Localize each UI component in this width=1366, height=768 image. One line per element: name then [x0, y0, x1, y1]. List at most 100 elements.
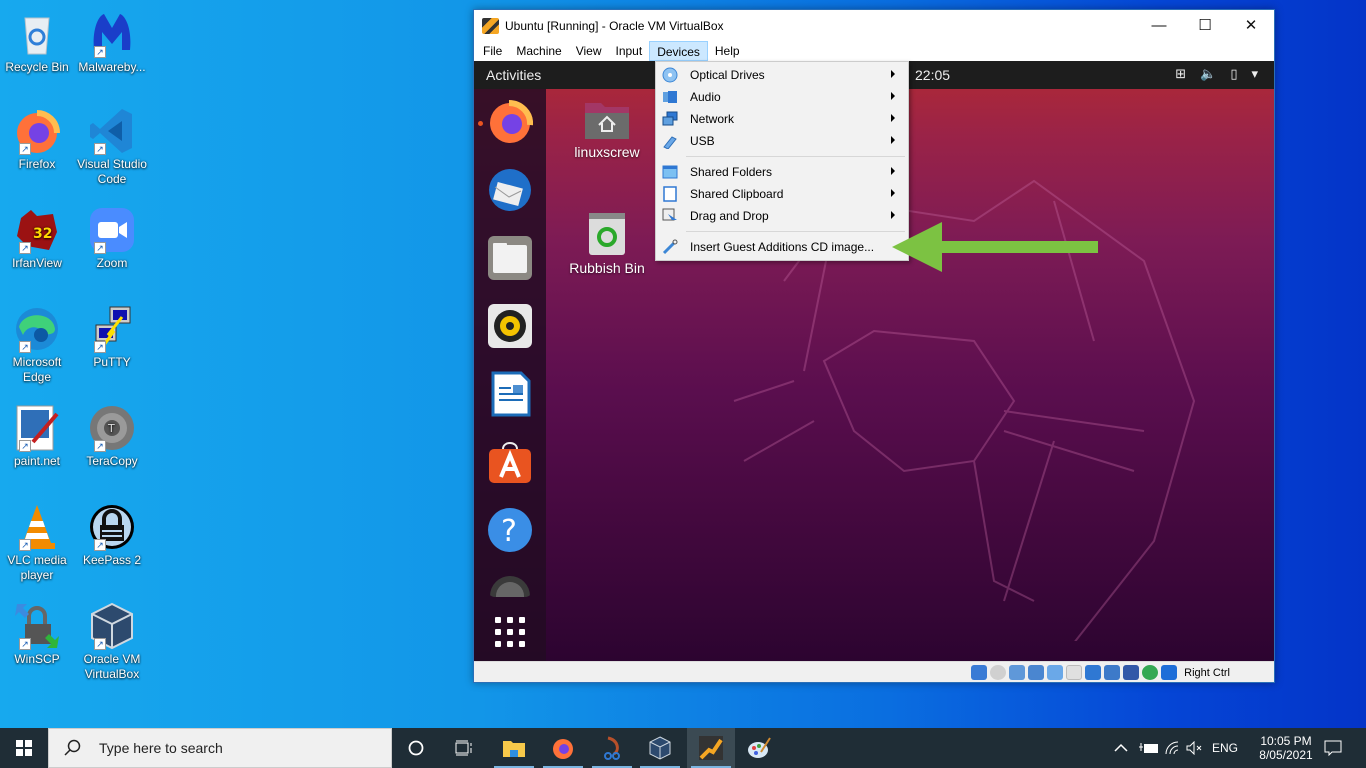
start-button[interactable] [0, 728, 48, 768]
menu-devices[interactable]: Devices [649, 41, 708, 61]
power-battery-tray[interactable] [1138, 728, 1160, 768]
shared-folders-status-icon[interactable] [1066, 665, 1083, 680]
dock-ubuntu-software-icon[interactable] [487, 439, 533, 485]
menu-item-optical-drives[interactable]: Optical Drives [656, 64, 908, 86]
vscode-icon: ↗ [88, 107, 136, 155]
desktop-icon-label: Firefox [18, 157, 56, 171]
desktop-icon-winscp[interactable]: ↗ WinSCP [0, 602, 74, 667]
desktop-icon-virtualbox[interactable]: ↗ Oracle VM VirtualBox [75, 602, 149, 682]
clock[interactable]: 22:05 [915, 67, 950, 83]
guest-desktop-item-home[interactable]: linuxscrew [562, 99, 652, 160]
dock-files-icon[interactable] [487, 235, 533, 281]
show-applications-icon[interactable] [487, 609, 533, 655]
hard-disk-status-icon[interactable] [971, 665, 988, 680]
taskbar-virtualbox-vm[interactable] [687, 728, 735, 768]
submenu-arrow-icon [891, 136, 895, 144]
menu-view[interactable]: View [569, 41, 609, 61]
menu-item-shared-folders[interactable]: Shared Folders [656, 161, 908, 183]
desktop-icon-firefox[interactable]: ↗ Firefox [0, 107, 74, 172]
chevron-up-icon [1114, 743, 1128, 752]
menu-separator [686, 231, 905, 232]
cortana-button[interactable] [392, 728, 440, 768]
desktop-icon-zoom[interactable]: ↗ Zoom [75, 206, 149, 271]
desktop-icon-recycle-bin[interactable]: Recycle Bin [0, 10, 74, 75]
menu-machine[interactable]: Machine [509, 41, 568, 61]
title-bar[interactable]: Ubuntu [Running] - Oracle VM VirtualBox … [474, 10, 1274, 41]
language-indicator[interactable]: ENG [1212, 728, 1238, 768]
edge-icon: ↗ [13, 305, 61, 353]
menu-help[interactable]: Help [708, 41, 747, 61]
taskbar-virtualbox-manager[interactable] [636, 728, 684, 768]
show-hidden-icons-button[interactable] [1114, 728, 1128, 768]
taskbar-file-explorer[interactable] [490, 728, 538, 768]
menu-file[interactable]: File [476, 41, 509, 61]
taskbar-paint[interactable] [735, 728, 783, 768]
windows-logo-icon [16, 740, 32, 756]
vt-x-status-icon[interactable] [1123, 665, 1140, 680]
dock-libreoffice-writer-icon[interactable] [487, 371, 533, 417]
taskbar-snipping-tool[interactable] [588, 728, 636, 768]
menu-separator [686, 156, 905, 157]
virtualbox-icon [649, 736, 671, 760]
desktop-icon-vlc[interactable]: ↗ VLC media player [0, 503, 74, 583]
shared-folders-icon [662, 165, 678, 179]
menu-item-drag-and-drop[interactable]: Drag and Drop [656, 205, 908, 227]
optical-drive-icon [662, 67, 678, 83]
mouse-integration-status-icon[interactable] [1142, 665, 1159, 680]
network-icon[interactable]: ⊞ [1175, 66, 1186, 82]
window-title: Ubuntu [Running] - Oracle VM VirtualBox [505, 18, 724, 33]
desktop-icon-irfanview[interactable]: 32 ↗ IrfanView [0, 206, 74, 271]
desktop-icon-keepass[interactable]: ↗ KeePass 2 [75, 503, 149, 568]
taskbar-firefox[interactable] [539, 728, 587, 768]
menu-item-network[interactable]: Network [656, 108, 908, 130]
guest-desktop-item-trash[interactable]: Rubbish Bin [562, 211, 652, 276]
menu-item-usb[interactable]: USB [656, 130, 908, 152]
desktop-icon-vscode[interactable]: ↗ Visual Studio Code [75, 107, 149, 187]
notification-icon [1324, 740, 1342, 756]
network-status-icon[interactable] [1028, 665, 1045, 680]
taskbar-search-box[interactable]: Type here to search [48, 728, 392, 768]
menu-item-label: Drag and Drop [690, 209, 769, 223]
shared-clipboard-icon [663, 186, 677, 202]
desktop-icon-label: Recycle Bin [5, 60, 69, 74]
menu-arrow-icon[interactable]: ▾ [1251, 66, 1258, 82]
recording-status-icon[interactable] [1104, 665, 1121, 680]
dock-thunderbird-icon[interactable] [487, 167, 533, 213]
menu-input[interactable]: Input [609, 41, 650, 61]
volume-icon[interactable]: 🔈 [1200, 66, 1216, 82]
task-view-button[interactable] [440, 728, 488, 768]
home-folder-icon [585, 103, 629, 139]
keyboard-capture-status-icon[interactable] [1161, 665, 1178, 680]
dock-optical-disc-icon[interactable] [487, 573, 533, 597]
audio-status-icon[interactable] [1009, 665, 1026, 680]
action-center-button[interactable] [1324, 728, 1342, 768]
maximize-button[interactable]: ☐ [1182, 10, 1228, 40]
dock-firefox-icon[interactable] [487, 99, 534, 145]
desktop-icon-teracopy[interactable]: T ↗ TeraCopy [75, 404, 149, 469]
menu-item-shared-clipboard[interactable]: Shared Clipboard [656, 183, 908, 205]
task-view-icon [455, 740, 472, 756]
wifi-tray[interactable] [1164, 728, 1182, 768]
menu-item-audio[interactable]: Audio [656, 86, 908, 108]
dock-help-icon[interactable]: ? [487, 507, 533, 553]
clock-tray[interactable]: 10:05 PM 8/05/2021 [1250, 728, 1322, 768]
desktop-icon-edge[interactable]: ↗ Microsoft Edge [0, 305, 74, 385]
shortcut-arrow-icon: ↗ [94, 638, 106, 650]
minimize-button[interactable]: — [1136, 10, 1182, 40]
desktop-icon-malwarebytes[interactable]: ↗ Malwareby... [75, 10, 149, 75]
menu-item-label: Insert Guest Additions CD image... [690, 240, 875, 254]
menu-item-insert-guest-additions[interactable]: Insert Guest Additions CD image... [656, 236, 908, 258]
battery-icon[interactable]: ▯ [1230, 66, 1237, 82]
menu-item-label: Network [690, 112, 735, 126]
activities-button[interactable]: Activities [486, 67, 541, 83]
optical-drive-status-icon[interactable] [990, 665, 1007, 680]
desktop-icon-paintnet[interactable]: ↗ paint.net [0, 404, 74, 469]
dock-rhythmbox-icon[interactable] [487, 303, 533, 349]
display-status-icon[interactable] [1085, 665, 1102, 680]
close-button[interactable]: ✕ [1228, 10, 1274, 40]
usb-status-icon[interactable] [1047, 665, 1064, 680]
volume-tray[interactable] [1186, 728, 1204, 768]
desktop-icon-putty[interactable]: ↗ PuTTY [75, 305, 149, 370]
desktop-icon-label: Visual Studio Code [77, 157, 147, 186]
network-icon [662, 111, 678, 126]
